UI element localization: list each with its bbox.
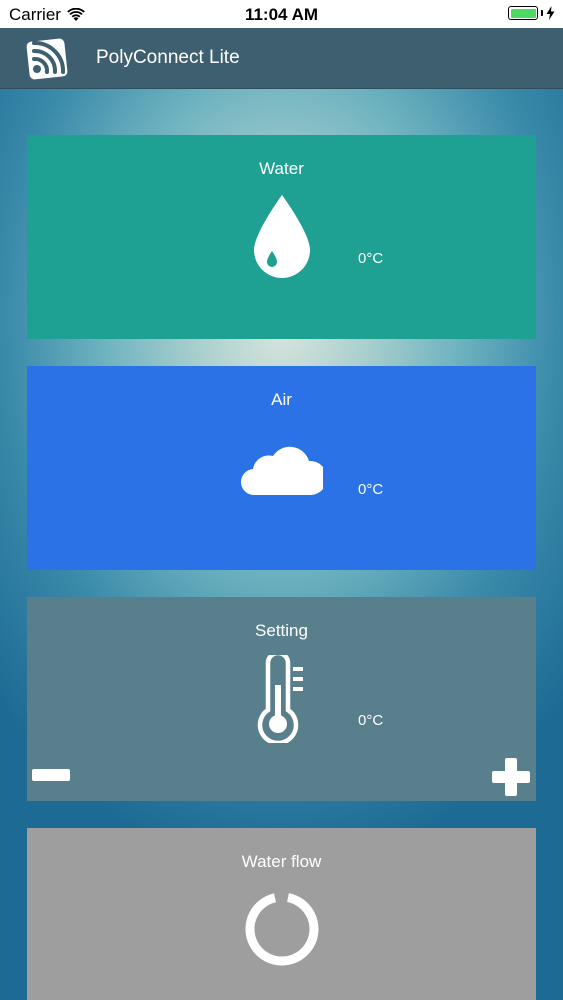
decrease-button[interactable]	[32, 769, 70, 781]
charging-bolt-icon	[546, 6, 555, 20]
setting-card[interactable]: Setting 0°C	[27, 597, 536, 801]
water-drop-icon	[253, 195, 310, 278]
air-card[interactable]: Air 0°C	[27, 366, 536, 570]
navigation-bar: PolyConnect Lite	[0, 28, 563, 89]
increase-button[interactable]	[492, 758, 530, 796]
app-title: PolyConnect Lite	[96, 47, 240, 68]
setting-temperature: 0°C	[358, 712, 384, 729]
setting-card-title: Setting	[255, 621, 308, 640]
thermometer-icon	[257, 655, 303, 743]
cloud-icon	[240, 446, 323, 496]
power-ring-icon[interactable]	[244, 891, 320, 967]
air-card-title: Air	[271, 390, 292, 409]
water-flow-card-title: Water flow	[241, 852, 322, 871]
battery-icon	[508, 6, 538, 20]
water-flow-card[interactable]: Water flow	[27, 828, 536, 1000]
status-bar: Carrier 11:04 AM	[0, 0, 563, 28]
battery-indicator	[508, 6, 555, 20]
water-temperature: 0°C	[358, 250, 384, 267]
status-time: 11:04 AM	[244, 5, 319, 24]
wifi-signal-logo-icon[interactable]	[26, 36, 70, 80]
air-temperature: 0°C	[358, 481, 384, 498]
water-card[interactable]: Water 0°C	[27, 135, 536, 339]
water-card-title: Water	[259, 159, 304, 178]
